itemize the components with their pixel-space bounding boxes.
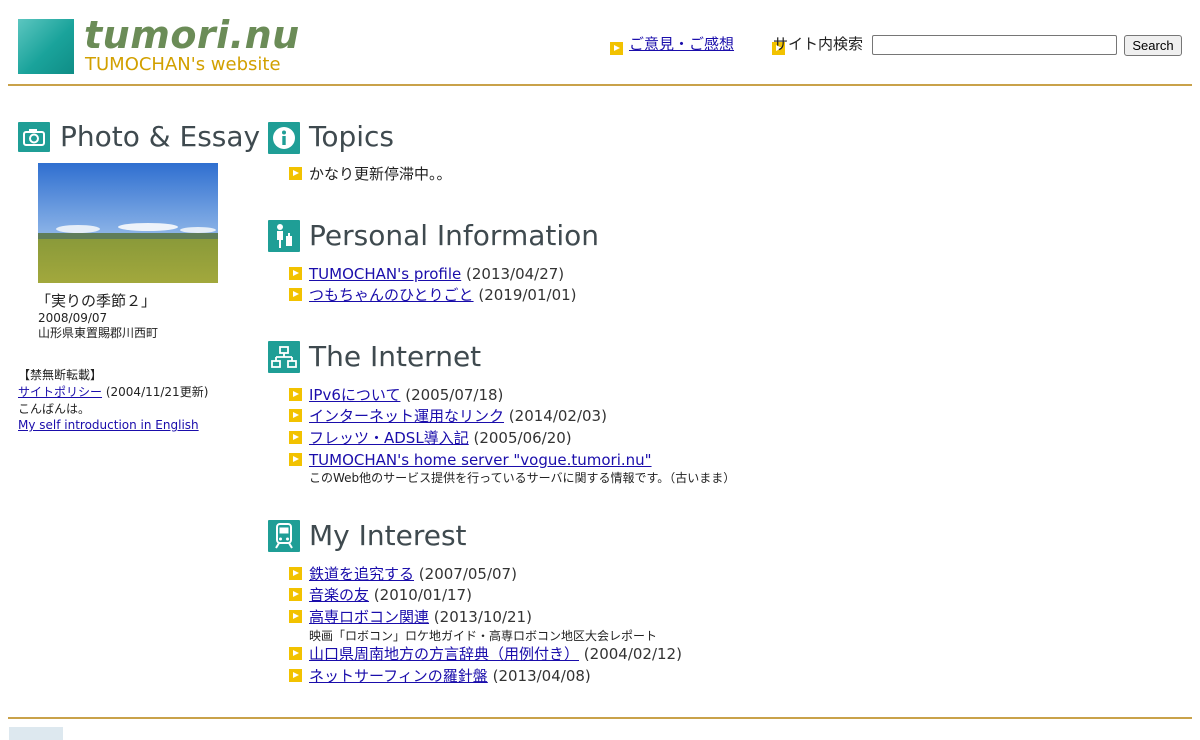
english-intro-link[interactable]: My self introduction in English (18, 417, 199, 433)
person-icon (268, 220, 300, 252)
site-policy-link[interactable]: サイトポリシー (18, 385, 102, 399)
topic-item: かなり更新停滞中。。 (289, 164, 452, 185)
item-date: (2005/06/20) (473, 429, 572, 447)
greeting-text: こんばんは。 (18, 402, 91, 416)
item-date: (2013/10/21) (433, 608, 532, 626)
site-logo-mark (18, 19, 74, 74)
interest-heading: My Interest (309, 519, 467, 552)
flets-adsl-link[interactable]: フレッツ・ADSL導入記 (309, 429, 469, 447)
bullet-icon (289, 267, 302, 280)
photo-date: 2008/09/07 (38, 311, 108, 325)
internet-links-link[interactable]: インターネット運用なリンク (309, 407, 504, 425)
list-item: つもちゃんのひとりごと (2019/01/01) (289, 285, 577, 306)
site-title: tumori.nu (84, 13, 300, 57)
footer-badge-image (9, 727, 63, 740)
list-item: TUMOCHAN's profile (2013/04/27) (289, 264, 564, 285)
site-subtitle: TUMOCHAN's website (85, 54, 281, 75)
internet-heading: The Internet (309, 340, 482, 373)
item-date: (2010/01/17) (373, 586, 472, 604)
bullet-icon (289, 588, 302, 601)
item-date: (2013/04/27) (466, 265, 565, 283)
photo-essay-heading: Photo & Essay (60, 120, 261, 153)
personal-info-heading: Personal Information (309, 219, 600, 252)
header-divider (8, 84, 1192, 86)
topics-heading: Topics (309, 120, 395, 153)
list-item: 高専ロボコン関連 (2013/10/21) (289, 607, 532, 628)
item-note: 映画「ロボコン」ロケ地ガイド・高専ロボコン地区大会レポート (309, 629, 658, 643)
bullet-icon (289, 388, 302, 401)
bullet-icon (289, 453, 302, 466)
list-item: 山口県周南地方の方言辞典（用例付き） (2004/02/12) (289, 644, 682, 665)
train-icon (268, 520, 300, 552)
search-input[interactable] (872, 35, 1117, 55)
bullet-icon (289, 431, 302, 444)
ipv6-link[interactable]: IPv6について (309, 386, 400, 404)
search-label: サイト内検索 (773, 35, 864, 53)
item-date: (2005/07/18) (405, 386, 504, 404)
list-item: ネットサーフィンの羅針盤 (2013/04/08) (289, 666, 591, 687)
diary-link[interactable]: つもちゃんのひとりごと (309, 286, 474, 304)
item-note: このWeb他のサービス提供を行っているサーバに関する情報です。（古いまま） (309, 471, 736, 485)
bullet-icon (289, 610, 302, 623)
bullet-icon (610, 42, 623, 55)
list-item: IPv6について (2005/07/18) (289, 385, 503, 406)
topic-text: かなり更新停滞中。。 (309, 165, 452, 183)
photo-location: 山形県東置賜郡川西町 (38, 326, 159, 340)
bullet-icon (289, 167, 302, 180)
search-button[interactable]: Search (1124, 35, 1182, 56)
item-date: (2004/02/12) (583, 645, 682, 663)
info-icon (268, 122, 300, 154)
profile-link[interactable]: TUMOCHAN's profile (309, 265, 461, 283)
bullet-icon (289, 647, 302, 660)
item-date: (2013/04/08) (492, 667, 591, 685)
list-item: 音楽の友 (2010/01/17) (289, 585, 472, 606)
home-server-link[interactable]: TUMOCHAN's home server "vogue.tumori.nu" (309, 451, 652, 469)
network-icon (268, 341, 300, 373)
camera-icon (18, 122, 50, 152)
list-item: フレッツ・ADSL導入記 (2005/06/20) (289, 428, 572, 449)
railway-link[interactable]: 鉄道を追究する (309, 565, 414, 583)
item-date: (2019/01/01) (478, 286, 577, 304)
footer-divider (8, 717, 1192, 719)
bullet-icon (289, 567, 302, 580)
item-date: (2014/02/03) (508, 407, 607, 425)
copyright-note: 【禁無断転載】 (18, 368, 103, 382)
photo-caption-title: 「実りの季節２」 (36, 292, 157, 310)
list-item: 鉄道を追究する (2007/05/07) (289, 564, 517, 585)
net-surfing-compass-link[interactable]: ネットサーフィンの羅針盤 (309, 667, 488, 685)
bullet-icon (289, 669, 302, 682)
robocon-link[interactable]: 高専ロボコン関連 (309, 608, 429, 626)
item-date: (2007/05/07) (418, 565, 517, 583)
feedback-link[interactable]: ご意見・ご感想 (629, 34, 734, 54)
list-item: インターネット運用なリンク (2014/02/03) (289, 406, 607, 427)
bullet-icon (289, 409, 302, 422)
list-item: TUMOCHAN's home server "vogue.tumori.nu" (289, 450, 652, 471)
music-link[interactable]: 音楽の友 (309, 586, 369, 604)
dialect-dictionary-link[interactable]: 山口県周南地方の方言辞典（用例付き） (309, 645, 579, 663)
policy-update-date: (2004/11/21更新) (105, 385, 209, 399)
bullet-icon (289, 288, 302, 301)
photo-rice-field[interactable] (38, 163, 218, 283)
